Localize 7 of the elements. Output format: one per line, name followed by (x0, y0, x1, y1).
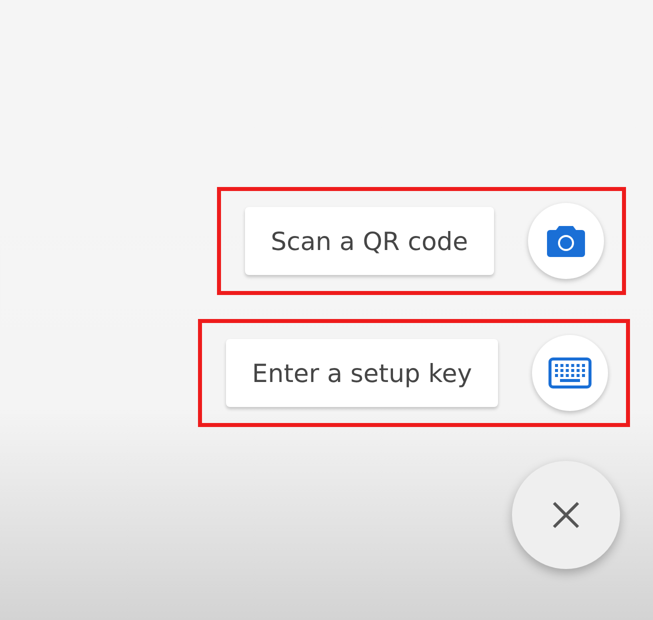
close-icon (551, 500, 581, 530)
action-button[interactable] (528, 203, 604, 279)
action-label-button[interactable]: Enter a setup key (226, 339, 498, 407)
camera-icon (546, 224, 586, 258)
action-label-button[interactable]: Scan a QR code (244, 207, 494, 275)
keyboard-icon (548, 357, 592, 389)
action-button[interactable] (532, 335, 608, 411)
